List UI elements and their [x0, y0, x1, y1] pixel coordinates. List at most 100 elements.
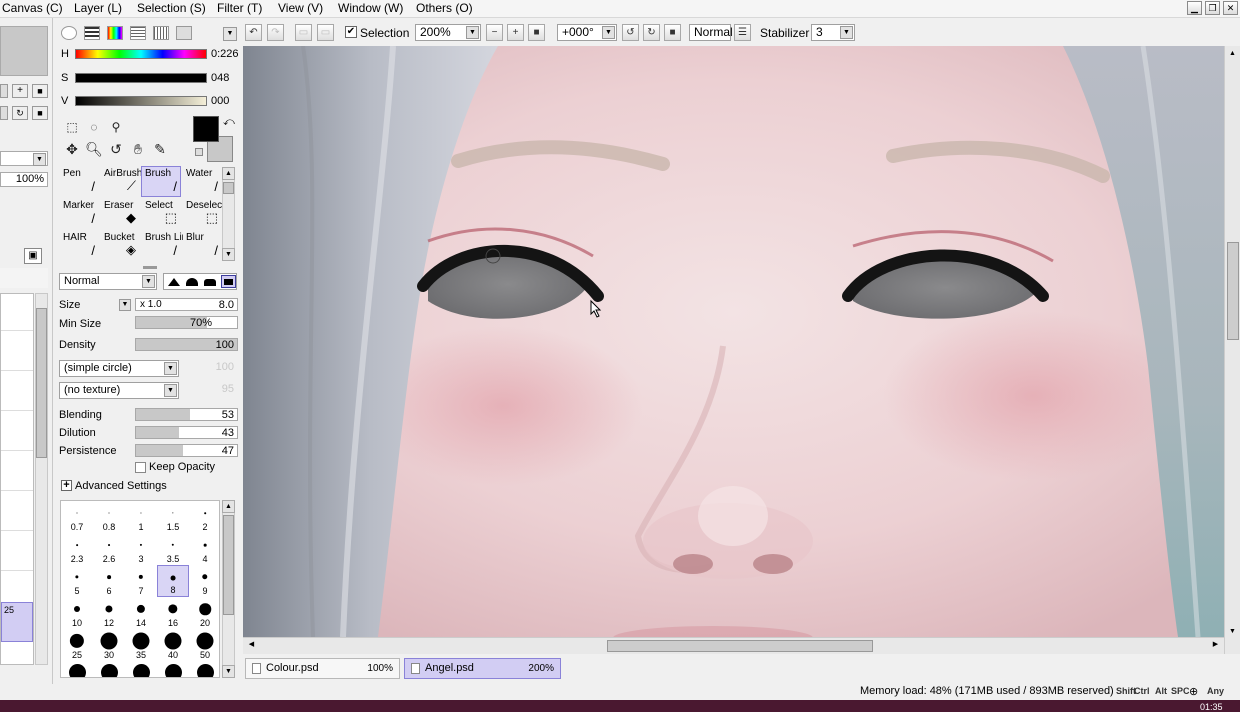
keep-opacity-checkbox[interactable] — [135, 462, 146, 473]
value-slider[interactable] — [75, 96, 207, 106]
layer-scrollbar[interactable] — [35, 293, 48, 665]
tab-angel-psd[interactable]: Angel.psd 200% — [404, 658, 561, 679]
zoom-icon[interactable]: 🔍︎ — [85, 140, 103, 158]
brush-size-2_6[interactable]: 2.6 — [93, 533, 125, 565]
brush-deselect[interactable]: Deselect ⬚ — [182, 198, 224, 229]
panel-menu-icon[interactable]: ▼ — [223, 27, 237, 41]
brush-size-7[interactable]: 7 — [125, 565, 157, 597]
menu-layer[interactable]: Layer (L) — [74, 1, 122, 15]
brush-select[interactable]: Select ⬚ — [141, 198, 181, 229]
brush-eraser[interactable]: Eraser ◆ — [100, 198, 140, 229]
view-mode-dropdown[interactable]: Normal — [689, 24, 733, 41]
palette-icon[interactable] — [130, 26, 146, 40]
magic-wand-icon[interactable]: ⚲ — [107, 118, 125, 136]
brush-size-0_8[interactable]: 0.8 — [93, 501, 125, 533]
blending-slider[interactable]: 53 — [135, 408, 238, 421]
restore-button[interactable]: ❐ — [1205, 1, 1220, 15]
undo-icon[interactable]: ↶ — [245, 24, 262, 41]
brush-size-30[interactable]: 30 — [93, 629, 125, 661]
dilution-slider[interactable]: 43 — [135, 426, 238, 439]
menu-others[interactable]: Others (O) — [416, 1, 473, 15]
hsv-slider-icon[interactable] — [107, 26, 123, 40]
reset-icon[interactable]: ■ — [32, 84, 48, 98]
brush-size-40[interactable]: 40 — [157, 629, 189, 661]
rotate-left-icon[interactable]: ↺ — [622, 24, 639, 41]
brush-brush[interactable]: Brush / — [141, 166, 181, 197]
deselect-icon[interactable]: ▭ — [295, 24, 312, 41]
zoom-dropdown[interactable]: 200% ▼ — [415, 24, 481, 41]
brush-size-2_3[interactable]: 2.3 — [61, 533, 93, 565]
advanced-settings-toggle[interactable]: Advanced Settings — [75, 480, 167, 492]
menu-window[interactable]: Window (W) — [338, 1, 403, 15]
tip-shape-selector[interactable] — [163, 273, 237, 290]
rotation-reset-icon[interactable]: ■ — [664, 24, 681, 41]
brush-hair[interactable]: HAIR / — [59, 230, 99, 261]
brush-size-2[interactable]: 2 — [189, 501, 219, 533]
color-wheel-icon[interactable] — [61, 26, 77, 40]
size-grid-scrollbar[interactable]: ▲ ▼ — [222, 500, 235, 678]
invert-selection-icon[interactable]: ▭ — [317, 24, 334, 41]
layer-mode-dropdown[interactable]: ▼ — [0, 151, 48, 166]
menu-filter[interactable]: Filter (T) — [217, 1, 262, 15]
stabilizer-dropdown[interactable]: 3 ▼ — [811, 24, 855, 41]
nav-button[interactable] — [0, 84, 8, 98]
brush-size-1[interactable]: 1 — [125, 501, 157, 533]
flip-icon[interactable]: ☰ — [734, 24, 751, 41]
primary-color[interactable] — [193, 116, 219, 142]
canvas-horizontal-scrollbar[interactable]: ◀ ▶ — [243, 637, 1224, 654]
brush-size-1_5[interactable]: 1.5 — [157, 501, 189, 533]
brush-size-12[interactable]: 12 — [93, 597, 125, 629]
brush-pen[interactable]: Pen / — [59, 166, 99, 197]
brush-size-9[interactable]: 9 — [189, 565, 219, 597]
brush-size-50[interactable]: 50 — [189, 629, 219, 661]
texture-dropdown[interactable]: (no texture) ▼ — [59, 382, 179, 399]
brush-size-3_5[interactable]: 3.5 — [157, 533, 189, 565]
brush-size-14[interactable]: 14 — [125, 597, 157, 629]
hue-slider[interactable] — [75, 49, 207, 59]
layer-item-selected[interactable]: 25 — [1, 602, 33, 642]
brush-size-3[interactable]: 3 — [125, 533, 157, 565]
close-button[interactable]: ✕ — [1223, 1, 1238, 15]
canvas-area[interactable] — [243, 46, 1224, 637]
swatches-icon[interactable] — [153, 26, 169, 40]
persistence-slider[interactable]: 47 — [135, 444, 238, 457]
brush-blur[interactable]: Blur / — [182, 230, 222, 261]
brush-airbrush[interactable]: AirBrush ⟋ — [100, 166, 142, 197]
brush-brush-lin[interactable]: Brush Lin/ — [141, 230, 183, 261]
scratchpad-icon[interactable] — [176, 26, 192, 40]
brush-bucket[interactable]: Bucket ◈ — [100, 230, 140, 261]
nav-button[interactable] — [0, 106, 8, 120]
size-multiplier-dropdown[interactable]: ▼ — [119, 299, 131, 311]
zoom-in-icon[interactable]: + — [12, 84, 28, 98]
canvas-vertical-scrollbar[interactable]: ▲ ▼ — [1224, 46, 1240, 654]
hand-icon[interactable]: ✋︎ — [129, 140, 147, 158]
rotate-right-icon[interactable]: ↻ — [643, 24, 660, 41]
menu-view[interactable]: View (V) — [278, 1, 323, 15]
selection-checkbox[interactable]: ✔ — [345, 26, 357, 38]
rotate-view-icon[interactable]: ↺ — [107, 140, 125, 158]
blend-mode-dropdown[interactable]: Normal ▼ — [59, 273, 157, 290]
brush-size-4[interactable]: 4 — [189, 533, 219, 565]
rotation-dropdown[interactable]: +000° ▼ — [557, 24, 617, 41]
zoom-reset-icon[interactable]: ■ — [528, 24, 545, 41]
brush-size-0_7[interactable]: 0.7 — [61, 501, 93, 533]
layer-opacity[interactable]: 100% — [0, 172, 48, 187]
rotate-icon[interactable]: ↻ — [12, 106, 28, 120]
brush-marker[interactable]: Marker / — [59, 198, 99, 229]
rect-select-icon[interactable]: ⬚ — [63, 118, 81, 136]
min-size-slider[interactable]: 70% — [135, 316, 238, 329]
default-colors-icon[interactable] — [195, 148, 203, 156]
brush-scrollbar[interactable]: ▲ ▼ — [222, 167, 235, 261]
zoom-out-icon[interactable]: − — [486, 24, 503, 41]
move-icon[interactable]: ✥ — [63, 140, 81, 158]
brush-size-25[interactable]: 25 — [61, 629, 93, 661]
brush-size-10[interactable]: 10 — [61, 597, 93, 629]
saturation-slider[interactable] — [75, 73, 207, 83]
eyedropper-icon[interactable]: ✎ — [151, 140, 169, 158]
brush-size-5[interactable]: 5 — [61, 565, 93, 597]
brush-size-16[interactable]: 16 — [157, 597, 189, 629]
size-slider[interactable]: x 1.0 8.0 — [135, 298, 238, 311]
rgb-slider-icon[interactable] — [84, 26, 100, 40]
resize-handle[interactable] — [143, 266, 157, 269]
menu-selection[interactable]: Selection (S) — [137, 1, 206, 15]
